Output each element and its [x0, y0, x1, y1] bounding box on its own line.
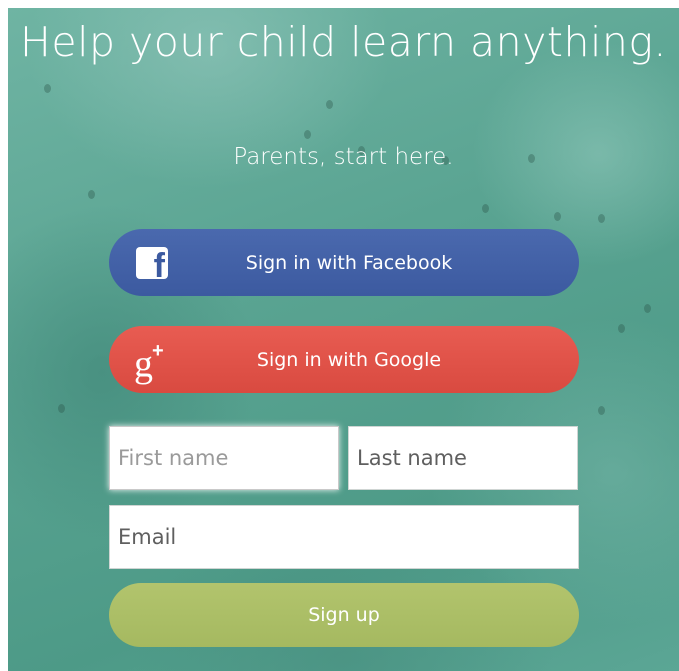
google-signin-button[interactable]: g+ Sign in with Google [109, 326, 579, 393]
facebook-signin-button[interactable]: f Sign in with Facebook [109, 229, 579, 296]
page-title: Help your child learn anything. [20, 18, 667, 66]
email-field[interactable] [109, 505, 579, 569]
facebook-signin-label: Sign in with Facebook [245, 251, 453, 274]
signup-button[interactable]: Sign up [109, 583, 579, 647]
last-name-field[interactable] [348, 426, 578, 490]
first-name-field[interactable] [109, 426, 339, 490]
page-subtitle: Parents, start here. [233, 144, 454, 170]
signup-panel: Help your child learn anything. Parents,… [8, 8, 679, 671]
google-signin-label: Sign in with Google [256, 348, 442, 371]
